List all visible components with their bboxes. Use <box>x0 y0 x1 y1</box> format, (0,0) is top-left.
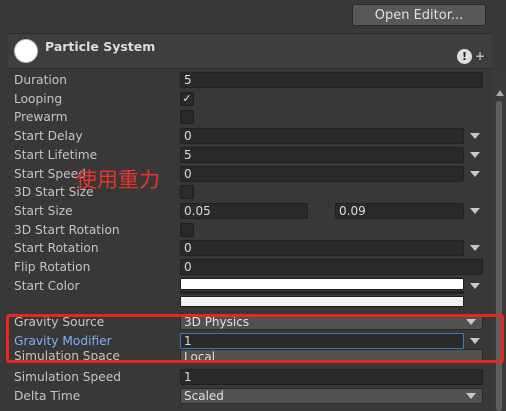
start-delay-label: Start Delay <box>14 129 83 143</box>
simulation-speed-field[interactable]: 1 <box>180 369 483 385</box>
warning-icon[interactable]: ! <box>457 49 472 64</box>
component-header[interactable]: Particle System ! + <box>8 33 492 69</box>
row-3d-start-size: 3D Start Size <box>0 183 493 202</box>
row-start-rotation: Start Rotation 0 <box>0 239 493 258</box>
looping-checkbox[interactable]: ✓ <box>180 92 194 106</box>
start-rotation-label: Start Rotation <box>14 241 99 255</box>
prewarm-checkbox[interactable] <box>180 110 194 124</box>
prewarm-label: Prewarm <box>14 110 68 124</box>
row-start-speed: Start Speed 0 <box>0 165 493 184</box>
start-size-max-field[interactable]: 0.09 <box>335 203 464 219</box>
duration-label: Duration <box>14 73 67 87</box>
row-prewarm: Prewarm <box>0 108 493 127</box>
component-title: Particle System <box>45 39 156 54</box>
chevron-down-icon[interactable] <box>470 245 480 251</box>
scrollbar-thumb[interactable] <box>496 101 502 411</box>
delta-time-dropdown[interactable]: Scaled <box>180 388 483 404</box>
row-cut-off <box>0 405 493 411</box>
simulation-speed-label: Simulation Speed <box>14 370 121 384</box>
inspector-toolbar: Open Editor... <box>0 0 506 32</box>
row-start-lifetime: Start Lifetime 5 <box>0 146 493 165</box>
3d-start-size-checkbox[interactable] <box>180 185 194 199</box>
chevron-down-icon[interactable] <box>470 152 480 158</box>
add-icon[interactable]: + <box>475 49 485 63</box>
row-3d-start-rotation: 3D Start Rotation <box>0 221 493 240</box>
start-color-label: Start Color <box>14 279 80 293</box>
chevron-down-icon[interactable] <box>466 393 476 399</box>
3d-start-rotation-label: 3D Start Rotation <box>14 223 120 237</box>
duration-field[interactable]: 5 <box>180 72 483 88</box>
start-color-swatch[interactable] <box>180 278 464 290</box>
start-lifetime-field[interactable]: 5 <box>180 147 464 163</box>
chevron-down-icon[interactable] <box>470 171 480 177</box>
row-start-color: Start Color <box>0 277 493 296</box>
row-delta-time: Delta Time Scaled <box>0 387 493 406</box>
scroll-up-arrow-icon[interactable] <box>496 90 504 96</box>
open-editor-button[interactable]: Open Editor... <box>352 4 486 26</box>
chevron-down-icon[interactable] <box>470 208 480 214</box>
chevron-down-icon[interactable] <box>470 133 480 139</box>
looping-label: Looping <box>14 92 63 106</box>
row-looping: Looping ✓ <box>0 90 493 109</box>
3d-start-rotation-checkbox[interactable] <box>180 223 194 237</box>
delta-time-label: Delta Time <box>14 389 81 403</box>
start-color-swatch-max[interactable] <box>180 296 464 307</box>
flip-rotation-field[interactable]: 0 <box>180 259 483 275</box>
row-flip-rotation: Flip Rotation 0 <box>0 258 493 277</box>
start-rotation-field[interactable]: 0 <box>180 240 464 256</box>
start-speed-field[interactable]: 0 <box>180 166 464 182</box>
row-start-size: Start Size 0.05 0.09 <box>0 202 493 221</box>
particle-system-icon <box>14 39 38 63</box>
start-size-min-field[interactable]: 0.05 <box>180 203 308 219</box>
start-lifetime-label: Start Lifetime <box>14 148 98 162</box>
annotation-text: 使用重力 <box>76 168 160 192</box>
highlight-box <box>6 314 504 363</box>
row-duration: Duration 5 <box>0 71 493 90</box>
start-delay-field[interactable]: 0 <box>180 128 464 144</box>
start-size-label: Start Size <box>14 204 73 218</box>
flip-rotation-label: Flip Rotation <box>14 260 91 274</box>
row-start-delay: Start Delay 0 <box>0 127 493 146</box>
start-color-alpha-bar <box>180 291 464 294</box>
chevron-down-icon[interactable] <box>470 283 480 289</box>
row-simulation-speed: Simulation Speed 1 <box>0 368 493 387</box>
